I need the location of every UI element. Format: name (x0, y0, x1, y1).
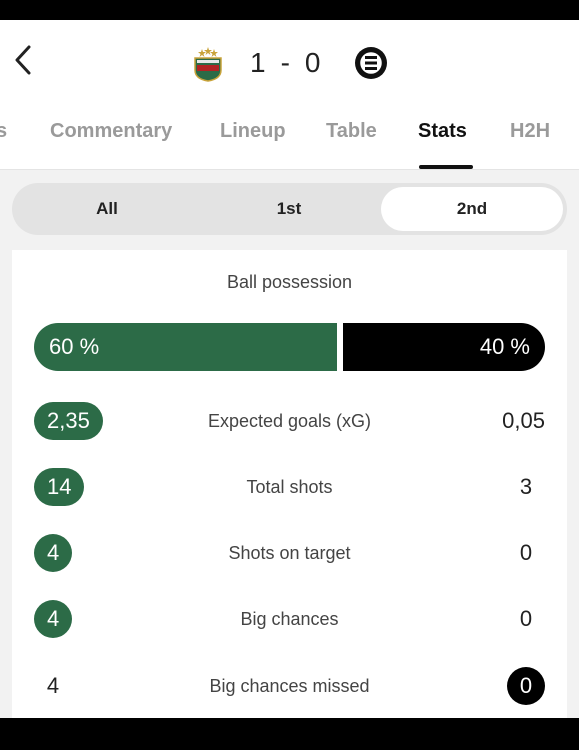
period-first-half[interactable]: 1st (198, 187, 380, 231)
match-score: 1 - 0 (250, 46, 321, 80)
tab-stats[interactable]: Stats (418, 120, 467, 143)
possession-title: Ball possession (226, 272, 353, 292)
away-team-crest[interactable] (354, 46, 388, 80)
stat-row-big-chances: 4 Big chances 0 (12, 600, 567, 640)
tab-partial[interactable]: s (0, 120, 7, 143)
possession-bar: 60 % 40 % (34, 323, 545, 371)
stat-row-total-shots: 14 Total shots 3 (12, 468, 567, 508)
back-button[interactable] (8, 42, 38, 78)
stat-row-xg: 2,35 Expected goals (xG) 0,05 (12, 402, 567, 442)
stat-label: Big chances missed (209, 676, 370, 696)
period-selector: All 1st 2nd (12, 183, 567, 235)
possession-home-bar: 60 % (34, 323, 337, 371)
tab-commentary[interactable]: Commentary (50, 120, 172, 143)
tab-lineup[interactable]: Lineup (220, 120, 286, 143)
stat-label: Shots on target (228, 543, 351, 563)
period-all[interactable]: All (16, 187, 198, 231)
stats-card: Ball possession 60 % 40 % 2,35 Expected … (12, 250, 567, 718)
stat-away-value: 3 (519, 474, 533, 499)
tab-table[interactable]: Table (326, 120, 377, 143)
score-separator: - (280, 47, 291, 78)
stat-row-shots-on-target: 4 Shots on target 0 (12, 534, 567, 574)
stat-away-value: 0,05 (502, 408, 545, 433)
stat-row-big-chances-missed: 4 Big chances missed 0 (12, 667, 567, 707)
home-score: 1 (250, 47, 267, 78)
possession-home-value: 60 % (49, 334, 100, 359)
period-selector-area: All 1st 2nd (0, 170, 579, 250)
period-second-half[interactable]: 2nd (381, 187, 563, 231)
active-tab-indicator (419, 165, 473, 169)
match-header: 1 - 0 (0, 20, 579, 110)
tab-h2h[interactable]: H2H (510, 120, 550, 143)
away-score: 0 (304, 47, 322, 78)
stat-label: Expected goals (xG) (207, 411, 372, 431)
match-tabs: s Commentary Lineup Table Stats H2H (0, 110, 579, 170)
match-screen: 1 - 0 s Commentary Lineup Table Stats H2… (0, 20, 579, 718)
stat-label: Total shots (246, 477, 333, 497)
home-team-crest[interactable] (191, 46, 225, 82)
stat-label: Big chances (240, 609, 339, 629)
stat-away-value: 0 (519, 606, 533, 631)
possession-away-value: 40 % (479, 334, 530, 359)
possession-away-bar: 40 % (343, 323, 545, 371)
chevron-left-icon (15, 45, 31, 75)
stat-away-value: 0 (507, 667, 545, 705)
stat-away-value: 0 (519, 540, 533, 565)
